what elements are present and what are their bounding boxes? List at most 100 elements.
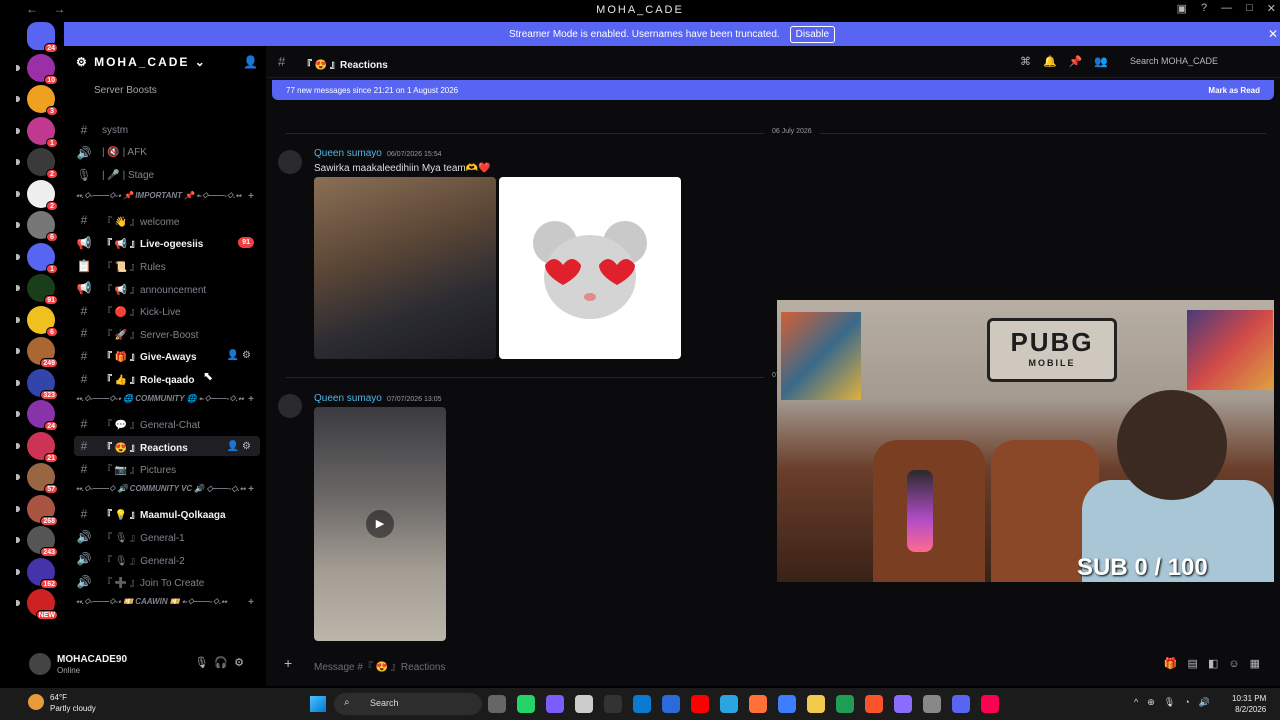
server-icon[interactable]: 2 [16,148,58,179]
channel-item[interactable]: 🔊 『 🎙 』General-2 [74,549,260,569]
avatar[interactable] [278,394,302,418]
taskbar-app-icon[interactable] [691,695,709,713]
pin-icon[interactable]: 📌 [1069,56,1095,68]
taskbar-app-icon[interactable] [604,695,622,713]
server-icon[interactable]: NEW [16,589,58,620]
server-icon[interactable]: 1 [16,242,58,274]
server-name[interactable]: ⚙ MOHA_CADE ⌄ [76,55,207,69]
volume-icon[interactable]: 🔊 [1199,697,1219,707]
bell-icon[interactable]: 🔔 [1043,56,1069,68]
channel-item[interactable]: 📢 『 📢 』announcement [74,278,260,298]
server-icon[interactable]: 6 [16,305,58,337]
clock[interactable]: 10:31 PM 8/2/2026 [1232,693,1266,715]
category-header[interactable]: ⬩⬩.◇-——◇-⬩ 🌐 COMMUNITY 🌐 ⬩-◇——-◇.⬩⬩ + [76,394,260,405]
avatar[interactable] [278,150,302,174]
threads-icon[interactable]: ⌘ [1020,56,1043,68]
close-banner-icon[interactable]: ✕ [1268,27,1278,41]
channel-item[interactable]: 🔊 『 ➕ 』Join To Create [74,572,260,592]
channel-item[interactable]: # 『 🔴 』Kick-Live [74,301,260,321]
channel-item[interactable]: # 『 🚀 』Server-Boost [74,323,260,343]
settings-icon[interactable]: ⚙ [234,657,250,669]
gift-icon[interactable]: 🎁 [1164,658,1188,670]
server-icon[interactable]: 2 [16,179,58,211]
mic-icon[interactable]: 🎙 [194,657,214,669]
server-icon[interactable]: 323 [16,368,58,400]
system-tray[interactable]: ^⊕🎙◔🔊 [1134,697,1219,708]
message-author[interactable]: Queen sumayo [314,148,382,159]
message-composer[interactable]: + Message #『 😍 』Reactions 🎁▤◧☺▦ [276,650,1270,676]
channel-settings-icon[interactable]: 👤⚙ [227,350,254,361]
close-icon[interactable]: ✕ [1267,2,1276,15]
inbox-icon[interactable]: ▣ [1177,2,1187,15]
mark-as-read-button[interactable]: Mark as Read [1208,86,1260,95]
server-icon[interactable]: 24 [27,22,58,53]
taskbar-search[interactable]: ⌕ Search [334,693,482,715]
windows-start-icon[interactable] [310,696,326,712]
channel-item[interactable]: 🎙 | 🎤 | Stage [74,165,260,185]
add-channel-icon[interactable]: + [248,597,254,608]
help-icon[interactable]: ? [1201,2,1207,15]
mic-icon[interactable]: 🎙 [1164,697,1184,707]
sticker-icon[interactable]: ◧ [1208,658,1228,670]
channel-item[interactable]: # 『 💡 』Maamul-Qolkaaga [74,504,260,524]
channel-item[interactable]: 🔊 『 🎙 』General-1 [74,527,260,547]
add-channel-icon[interactable]: + [248,484,254,495]
channel-item[interactable]: # 『 😍 』Reactions 👤⚙ [74,436,260,457]
taskbar-app-icon[interactable] [633,695,651,713]
headphones-icon[interactable]: 🎧 [214,657,234,669]
channel-item[interactable]: 🔊 | 🔇 | AFK [74,143,260,163]
search-input[interactable]: Search MOHA_CADE [1124,53,1268,71]
server-icon[interactable]: 249 [16,337,58,368]
server-icon[interactable]: 24 [16,400,58,431]
add-attachment-icon[interactable]: + [284,655,292,671]
channel-item[interactable]: 📢 『 📢 』Live-ogeesiis 91 [74,233,260,253]
channel-item[interactable]: # 『 💬 』General-Chat [74,414,260,434]
maximize-icon[interactable]: □ [1246,2,1253,15]
taskbar-app-icon[interactable] [575,695,593,713]
user-controls[interactable]: 🎙🎧⚙ [194,656,250,669]
taskbar-app-icon[interactable] [836,695,854,713]
channel-item[interactable]: # 『 👍 』Role-qaado [74,369,260,389]
category-header[interactable]: ⬩⬩.◇-——◇-⬩ 📌 IMPORTANT 📌 ⬩-◇——-◇.⬩⬩ + [76,191,260,202]
wifi-icon[interactable]: ◔ [1184,697,1198,707]
play-icon[interactable]: ▶ [366,510,394,538]
members-icon[interactable]: 👥 [1094,56,1120,68]
server-icon[interactable]: 243 [16,526,58,557]
taskbar-app-icon[interactable] [807,695,825,713]
taskbar-app-icon[interactable] [981,695,999,713]
server-icon[interactable]: 91 [16,274,58,305]
video-attachment[interactable]: ▶ [314,407,446,641]
taskbar-app-icon[interactable] [546,695,564,713]
category-header[interactable]: ⬩⬩.◇-——◇ 🔊 COMMUNITY VC 🔊 ◇——-◇.⬩⬩ + [76,484,260,495]
taskbar-app-icon[interactable] [488,695,506,713]
header-icons[interactable]: ⌘🔔📌👥 [1020,55,1120,68]
new-messages-bar[interactable]: 77 new messages since 21:21 on 1 August … [272,80,1274,100]
channel-item[interactable]: # systm [74,120,260,140]
disable-button[interactable]: Disable [789,25,836,43]
channel-item[interactable]: # 『 🎁 』Give-Aways 👤⚙ [74,346,260,366]
taskbar-app-icon[interactable] [749,695,767,713]
apps-icon[interactable]: ▦ [1250,658,1270,670]
gif-icon[interactable]: ▤ [1188,658,1208,670]
category-header[interactable]: ⬩⬩.◇-——◇-⬩ 💴 CAAWIN 💴 ⬩-◇——-◇.⬩⬩ + [76,597,260,608]
server-icon[interactable]: 3 [16,85,58,116]
composer-tools[interactable]: 🎁▤◧☺▦ [1164,657,1270,670]
add-channel-icon[interactable]: + [248,191,254,202]
server-icon[interactable]: 1 [16,116,58,148]
taskbar-app-icon[interactable] [894,695,912,713]
channel-settings-icon[interactable]: 👤⚙ [227,441,254,452]
chevron-up-icon[interactable]: ^ [1134,697,1147,707]
invite-icon[interactable]: 👤 [243,55,258,69]
server-icon[interactable]: 21 [16,431,58,463]
server-icon[interactable]: 57 [16,463,58,494]
weather-widget[interactable]: 64°F Partly cloudy [28,692,96,714]
network-icon[interactable]: ⊕ [1147,697,1164,707]
taskbar-app-icon[interactable] [952,695,970,713]
taskbar-app-icon[interactable] [923,695,941,713]
server-icon[interactable]: 268 [16,494,58,526]
taskbar-app-icon[interactable] [865,695,883,713]
minimize-icon[interactable]: — [1221,2,1232,15]
channel-item[interactable]: 📋 『 📜 』Rules [74,256,260,276]
add-channel-icon[interactable]: + [248,394,254,405]
server-boosts-link[interactable]: Server Boosts [94,85,157,96]
